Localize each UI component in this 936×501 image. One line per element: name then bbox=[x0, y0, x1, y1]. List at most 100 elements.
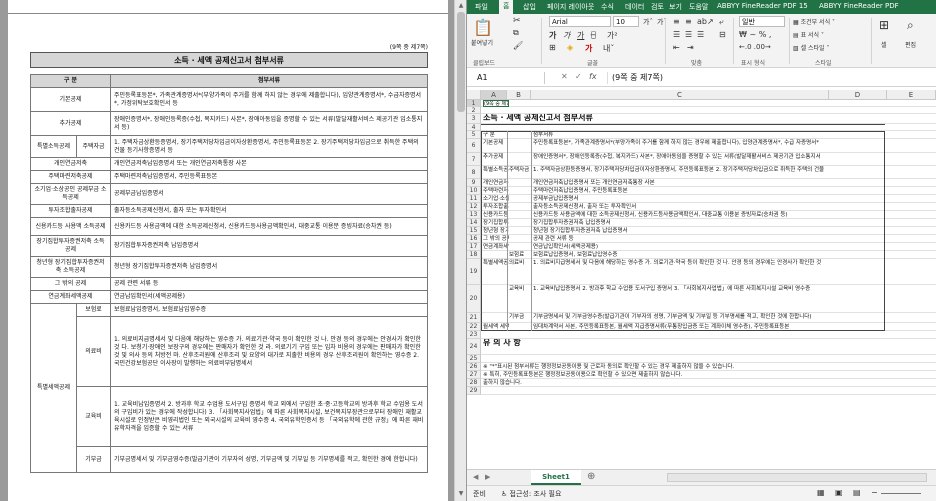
sheet-tab-sheet1[interactable]: Sheet1 bbox=[531, 470, 581, 485]
align-right-icon[interactable]: ☰ bbox=[697, 30, 704, 39]
formula-input[interactable]: (9쪽 중 제7쪽) bbox=[607, 72, 927, 84]
conditional-format-button[interactable]: ▦ 조건부 서식 ˅ bbox=[793, 17, 835, 26]
scroll-down-icon[interactable]: ▼ bbox=[457, 490, 465, 498]
row-header[interactable]: 28 bbox=[467, 379, 481, 387]
underline-icon[interactable]: 가 bbox=[577, 30, 584, 41]
row-header[interactable]: 9 bbox=[467, 179, 481, 187]
column-header-d[interactable]: D bbox=[829, 90, 887, 100]
row-header[interactable]: 18 bbox=[467, 251, 481, 259]
ribbon-tab[interactable]: ABBYY FineReader PDF 15 bbox=[717, 2, 808, 10]
border-icon[interactable]: ⊞ bbox=[549, 43, 556, 52]
row-header[interactable]: 12 bbox=[467, 203, 481, 211]
paste-button[interactable]: 붙여넣기 bbox=[471, 38, 493, 47]
row-header[interactable]: 20 bbox=[467, 285, 481, 313]
row-header[interactable]: 2 bbox=[467, 107, 481, 114]
align-middle-icon[interactable]: ≡ bbox=[685, 17, 692, 26]
currency-icon[interactable]: ₩ ~ % , bbox=[739, 30, 771, 39]
row-header[interactable]: 10 bbox=[467, 187, 481, 195]
italic-icon[interactable]: 가 bbox=[563, 30, 570, 41]
decimal-icon[interactable]: ←.0 .00→ bbox=[739, 43, 771, 51]
align-top-icon[interactable]: ≡ bbox=[673, 17, 680, 26]
superscript-icon[interactable]: 가² bbox=[607, 30, 618, 41]
row-header[interactable]: 3 bbox=[467, 114, 481, 124]
ribbon-tab[interactable]: 페이지 레이아웃 bbox=[547, 2, 594, 12]
cell-style-button[interactable]: ▧ 셀 스타일 ˅ bbox=[793, 43, 830, 52]
cell-button[interactable]: 셀 bbox=[881, 40, 887, 49]
ribbon-tab[interactable]: 파일 bbox=[475, 2, 488, 12]
format-painter-icon[interactable]: 🖌 bbox=[513, 41, 523, 50]
add-sheet-icon[interactable]: ⊕ bbox=[587, 471, 595, 482]
sheet-cell[interactable]: 유 의 사 항 bbox=[483, 339, 863, 355]
row-header[interactable]: 7 bbox=[467, 153, 481, 166]
page-layout-icon[interactable]: ▣ bbox=[835, 488, 843, 497]
ribbon-tab[interactable]: 검토 bbox=[651, 2, 664, 12]
row-header[interactable]: 27 bbox=[467, 371, 481, 379]
horizontal-scrollbar[interactable] bbox=[667, 473, 927, 482]
row-header[interactable]: 14 bbox=[467, 219, 481, 227]
sheet-cell[interactable]: 출하지 않습니다. bbox=[483, 379, 863, 387]
scroll-thumb[interactable] bbox=[457, 12, 465, 112]
name-box[interactable]: A1 bbox=[471, 72, 545, 84]
row-header[interactable]: 23 bbox=[467, 331, 481, 339]
fill-color-icon[interactable]: ◈ bbox=[567, 43, 573, 52]
grow-font-icon[interactable]: 가ˆ bbox=[643, 17, 653, 27]
zoom-out-icon[interactable]: − bbox=[871, 488, 878, 497]
row-header[interactable]: 24 bbox=[467, 339, 481, 355]
row-header[interactable]: 11 bbox=[467, 195, 481, 203]
page-break-icon[interactable]: ▤ bbox=[853, 488, 861, 497]
ribbon-tab[interactable]: 홈 bbox=[499, 0, 514, 14]
ribbon-tab[interactable]: 수식 bbox=[601, 2, 614, 12]
font-color-icon[interactable]: 가 bbox=[585, 43, 592, 54]
scroll-up-icon[interactable]: ▲ bbox=[457, 2, 465, 10]
row-header[interactable]: 26 bbox=[467, 363, 481, 371]
spreadsheet-grid[interactable]: A B C D E 1 2 3 4 5 6 7 8 9 10 11 12 13 14 15 16 17 18 19 2… bbox=[467, 90, 936, 469]
row-header[interactable]: 13 bbox=[467, 211, 481, 219]
edit-button[interactable]: 편집 bbox=[905, 40, 916, 49]
row-header[interactable]: 8 bbox=[467, 166, 481, 179]
row-header[interactable]: 15 bbox=[467, 227, 481, 235]
column-header-a[interactable]: A bbox=[481, 90, 507, 100]
function-icon[interactable]: fx bbox=[589, 72, 597, 81]
ribbon-tab[interactable]: 보기 bbox=[669, 2, 682, 12]
font-name-combo[interactable]: Arial bbox=[549, 16, 611, 27]
column-header-b[interactable]: B bbox=[507, 90, 531, 100]
row-header[interactable]: 25 bbox=[467, 355, 481, 363]
row-header[interactable]: 17 bbox=[467, 243, 481, 251]
table-format-button[interactable]: ▤ 표 서식 ˅ bbox=[793, 30, 824, 39]
column-header-e[interactable]: E bbox=[887, 90, 936, 100]
indent-decrease-icon[interactable]: ⇤ bbox=[673, 43, 680, 52]
copy-icon[interactable]: ⧉ bbox=[513, 28, 519, 38]
ribbon-tab[interactable]: 데이터 bbox=[625, 2, 644, 12]
row-header[interactable]: 19 bbox=[467, 259, 481, 285]
bold-icon[interactable]: 가 bbox=[549, 30, 556, 41]
strike-icon[interactable]: 가̶ bbox=[591, 30, 596, 39]
sheet-next-icon[interactable]: ▶ bbox=[485, 473, 490, 481]
paste-icon[interactable]: 📋 bbox=[473, 18, 493, 37]
align-center-icon[interactable]: ☰ bbox=[685, 30, 692, 39]
accessibility-status[interactable]: ♿ 접근성: 조사 필요 bbox=[501, 489, 561, 499]
zoom-slider[interactable] bbox=[881, 493, 921, 494]
ribbon-tab[interactable]: 도움말 bbox=[689, 2, 708, 12]
sheet-cell[interactable]: ※ 특히, 주민등록표등본은 행정정보공동이용으로 확인할 수 있으면 제출하지… bbox=[483, 371, 863, 379]
number-format-combo[interactable]: 일반 bbox=[739, 16, 785, 27]
cut-icon[interactable]: ✂ bbox=[513, 16, 521, 26]
sheet-cell[interactable]: ※ "*"표시된 첨부서류는 행정정보공동이용 및 근로자 동의로 확인할 수 … bbox=[483, 363, 863, 371]
row-header[interactable]: 21 bbox=[467, 313, 481, 323]
ribbon-tab[interactable]: ABBYY FineReader PDF bbox=[819, 2, 899, 10]
row-header[interactable]: 6 bbox=[467, 139, 481, 153]
font-size-combo[interactable]: 10 bbox=[613, 16, 639, 27]
row-header[interactable]: 5 bbox=[467, 131, 481, 139]
merge-icon[interactable]: ⊟ bbox=[719, 30, 726, 39]
cell-icon[interactable]: ⊞ bbox=[879, 18, 889, 32]
pdf-vertical-scrollbar[interactable]: ▲ ▼ bbox=[454, 0, 466, 501]
row-header[interactable]: 16 bbox=[467, 235, 481, 243]
row-header[interactable]: 1 bbox=[467, 100, 481, 107]
indent-increase-icon[interactable]: ⇥ bbox=[687, 43, 694, 52]
row-header[interactable]: 29 bbox=[467, 387, 481, 395]
search-icon[interactable]: ⌕ bbox=[907, 18, 914, 33]
align-left-icon[interactable]: ☰ bbox=[673, 30, 680, 39]
row-header[interactable]: 4 bbox=[467, 124, 481, 131]
orientation-icon[interactable]: ab↗ bbox=[697, 17, 714, 26]
row-header[interactable]: 22 bbox=[467, 323, 481, 331]
phonetic-icon[interactable]: 내ˇ bbox=[603, 43, 614, 54]
